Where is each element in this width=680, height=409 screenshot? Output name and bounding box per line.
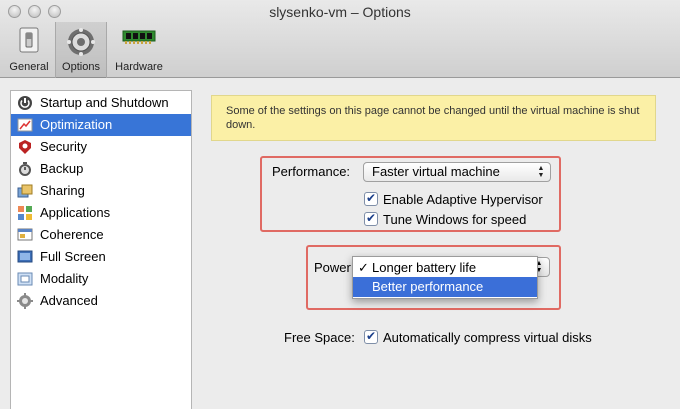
power-dropdown-menu: ✓ Longer battery life Better performance [352, 256, 538, 299]
applications-icon [17, 205, 33, 221]
shield-icon [17, 139, 33, 155]
backup-icon [17, 161, 33, 177]
toolbar-general[interactable]: General [4, 22, 54, 78]
popup-arrows-icon: ▲ ▼ [537, 165, 545, 179]
compress-disks-checkbox[interactable] [364, 329, 378, 344]
sidebar-item-applications[interactable]: Applications [11, 202, 191, 224]
sharing-icon [17, 183, 33, 199]
tune-windows-label: Tune Windows for speed [383, 212, 527, 227]
sidebar-item-full-screen[interactable]: Full Screen [11, 246, 191, 268]
window-title: slysenko-vm – Options [269, 4, 411, 20]
performance-popup[interactable]: Faster virtual machine ▲ ▼ [363, 162, 551, 182]
power-icon [17, 95, 33, 111]
menu-item-better-performance[interactable]: Better performance [353, 277, 537, 297]
modality-icon [17, 271, 33, 287]
compress-disks-label: Automatically compress virtual disks [383, 330, 592, 345]
sidebar-item-advanced[interactable]: Advanced [11, 290, 191, 312]
sidebar-item-sharing[interactable]: Sharing [11, 180, 191, 202]
menu-item-label: Longer battery life [372, 260, 477, 275]
sidebar-item-label: Security [40, 139, 87, 154]
options-sidebar: Startup and Shutdown Optimization Securi… [10, 90, 192, 409]
toolbar-options-label: Options [62, 61, 100, 73]
gear-icon [66, 27, 96, 60]
sidebar-item-label: Startup and Shutdown [40, 95, 169, 110]
sidebar-item-backup[interactable]: Backup [11, 158, 191, 180]
sidebar-item-label: Backup [40, 161, 84, 176]
toolbar-options[interactable]: Options [55, 22, 107, 78]
performance-label: Performance: [272, 164, 351, 179]
adaptive-hypervisor-checkbox[interactable] [364, 191, 378, 206]
switch-icon [17, 27, 41, 56]
sidebar-item-startup-shutdown[interactable]: Startup and Shutdown [11, 92, 191, 114]
sidebar-item-label: Applications [40, 205, 111, 220]
performance-popup-value: Faster virtual machine [372, 164, 500, 179]
options-window: slysenko-vm – Options General Options Ha… [0, 0, 680, 409]
toolbar-hardware-label: Hardware [115, 61, 163, 73]
power-label: Power: [314, 260, 355, 275]
sidebar-item-label: Advanced [40, 293, 98, 308]
fullscreen-icon [17, 249, 33, 265]
sidebar-item-optimization[interactable]: Optimization [11, 114, 191, 136]
shutdown-notice: Some of the settings on this page cannot… [211, 95, 656, 141]
adaptive-hypervisor-label: Enable Adaptive Hypervisor [383, 192, 543, 207]
menu-item-label: Better performance [372, 279, 484, 294]
sidebar-item-label: Optimization [40, 117, 113, 132]
free-space-label: Free Space: [284, 330, 355, 345]
sidebar-item-modality[interactable]: Modality [11, 268, 191, 290]
menu-item-longer-battery-life[interactable]: ✓ Longer battery life [353, 258, 537, 278]
sidebar-item-label: Modality [40, 271, 89, 286]
titlebar: slysenko-vm – Options General Options Ha… [0, 0, 680, 78]
coherence-icon [17, 227, 33, 243]
toolbar-general-label: General [9, 61, 49, 73]
memory-chip-icon [122, 27, 156, 50]
gauge-icon [17, 117, 33, 133]
gear-icon [17, 293, 33, 309]
tune-windows-checkbox[interactable] [364, 211, 378, 226]
sidebar-item-coherence[interactable]: Coherence [11, 224, 191, 246]
sidebar-item-label: Sharing [40, 183, 85, 198]
sidebar-item-label: Coherence [40, 227, 104, 242]
checkmark-icon: ✓ [358, 260, 369, 275]
sidebar-item-security[interactable]: Security [11, 136, 191, 158]
sidebar-item-label: Full Screen [40, 249, 106, 264]
toolbar-hardware[interactable]: Hardware [110, 22, 168, 78]
